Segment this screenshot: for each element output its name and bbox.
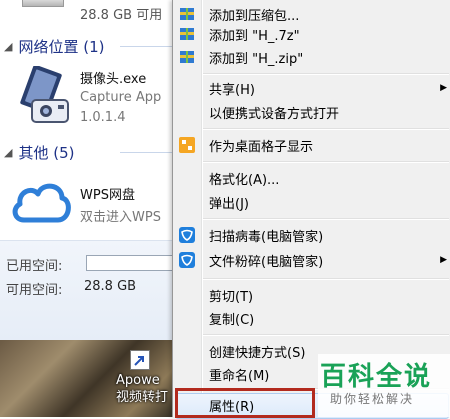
shield-icon [179,227,195,243]
explorer-pane: 28.8 GB 可用 ◢ 网络位置 (1) 摄像头.exe Capture Ap… [0,0,178,417]
capture-app-subtitle: Capture App [80,90,162,105]
menu-separator [203,334,449,336]
menu-item-add-7z[interactable]: 添加到 "H_.7z" [173,23,450,45]
archive-icon [180,28,194,40]
group-header-network[interactable]: ◢ 网络位置 (1) [4,36,105,57]
menu-item-label: 格式化(A)... [209,172,280,188]
menu-item-label: 添加到压缩包... [209,8,300,24]
menu-separator [203,218,449,220]
group-title: 网络位置 (1) [18,38,105,56]
submenu-arrow-icon: ▶ [440,83,447,93]
menu-item-label: 弹出(J) [209,196,249,212]
menu-item-label: 添加到 "H_.zip" [209,51,304,67]
group-header-other[interactable]: ◢ 其他 (5) [4,142,75,163]
group-divider [120,46,176,47]
menu-item-label: 以便携式设备方式打开 [209,106,340,122]
menu-item-eject[interactable]: 弹出(J) [173,191,450,213]
menu-item-label: 共享(H) [209,82,255,98]
menu-item-scan-virus[interactable]: 扫描病毒(电脑管家) [173,224,450,246]
grid-icon [179,137,195,153]
watermark-subtitle: 助你轻松解决 [330,392,415,406]
wps-subtitle: 双击进入WPS [80,210,161,225]
desktop-label-line: 视频转打 [116,390,169,405]
menu-separator [203,278,449,280]
submenu-arrow-icon: ▶ [440,255,447,265]
archive-icon [180,51,194,63]
shortcut-arrow-icon [130,350,150,370]
menu-item-cut[interactable]: 剪切(T) [173,284,450,306]
menu-separator [203,161,449,163]
free-space-value: 28.8 GB [84,279,137,294]
menu-item-open-portable[interactable]: 以便携式设备方式打开 [173,101,450,123]
wps-cloud-icon [12,183,71,223]
watermark-title: 百科全说 [320,362,433,392]
menu-item-share[interactable]: 共享(H) ▶ [173,77,450,99]
menu-item-label: 添加到 "H_.7z" [209,28,300,44]
wps-title[interactable]: WPS网盘 [80,184,135,203]
annotation-highlight-box [175,388,315,418]
desktop-shortcut-label[interactable]: Apowe 视频转打 [116,372,168,406]
menu-item-label: 文件粉碎(电脑管家) [209,254,324,270]
menu-item-label: 重命名(M) [209,368,270,384]
menu-item-label: 复制(C) [209,312,255,328]
collapse-icon: ◢ [4,40,13,53]
free-space-label: 可用空间: [6,283,63,298]
drive-free-space: 28.8 GB 可用 [80,8,163,23]
archive-icon [180,8,194,20]
used-space-label: 已用空间: [6,259,63,274]
collapse-icon: ◢ [4,146,13,159]
details-pane: 已用空间: 可用空间: 28.8 GB [0,240,178,341]
menu-item-label: 创建快捷方式(S) [209,345,306,361]
menu-item-label: 作为桌面格子显示 [209,139,314,155]
group-title: 其他 (5) [18,144,75,162]
menu-item-add-archive[interactable]: 添加到压缩包... [173,3,450,25]
menu-item-label: 剪切(T) [209,289,254,305]
menu-item-format[interactable]: 格式化(A)... [173,167,450,189]
menu-item-shred-file[interactable]: 文件粉碎(电脑管家) ▶ [173,249,450,271]
drive-icon [22,0,64,7]
shield-icon [179,252,195,268]
menu-separator [203,128,449,130]
capture-app-title[interactable]: 摄像头.exe [80,68,146,87]
used-space-bar [86,255,178,271]
drive-item[interactable]: 28.8 GB 可用 [0,0,176,28]
capture-app-version: 1.0.1.4 [80,110,126,125]
menu-item-copy[interactable]: 复制(C) [173,307,450,329]
camera-app-icon [20,66,69,123]
desktop-label-line: Apowe [116,373,160,388]
menu-item-label: 扫描病毒(电脑管家) [209,229,324,245]
menu-separator [203,73,449,75]
menu-item-desktop-grid[interactable]: 作为桌面格子显示 [173,134,450,156]
group-divider [120,152,176,153]
menu-item-add-zip[interactable]: 添加到 "H_.zip" [173,46,450,68]
